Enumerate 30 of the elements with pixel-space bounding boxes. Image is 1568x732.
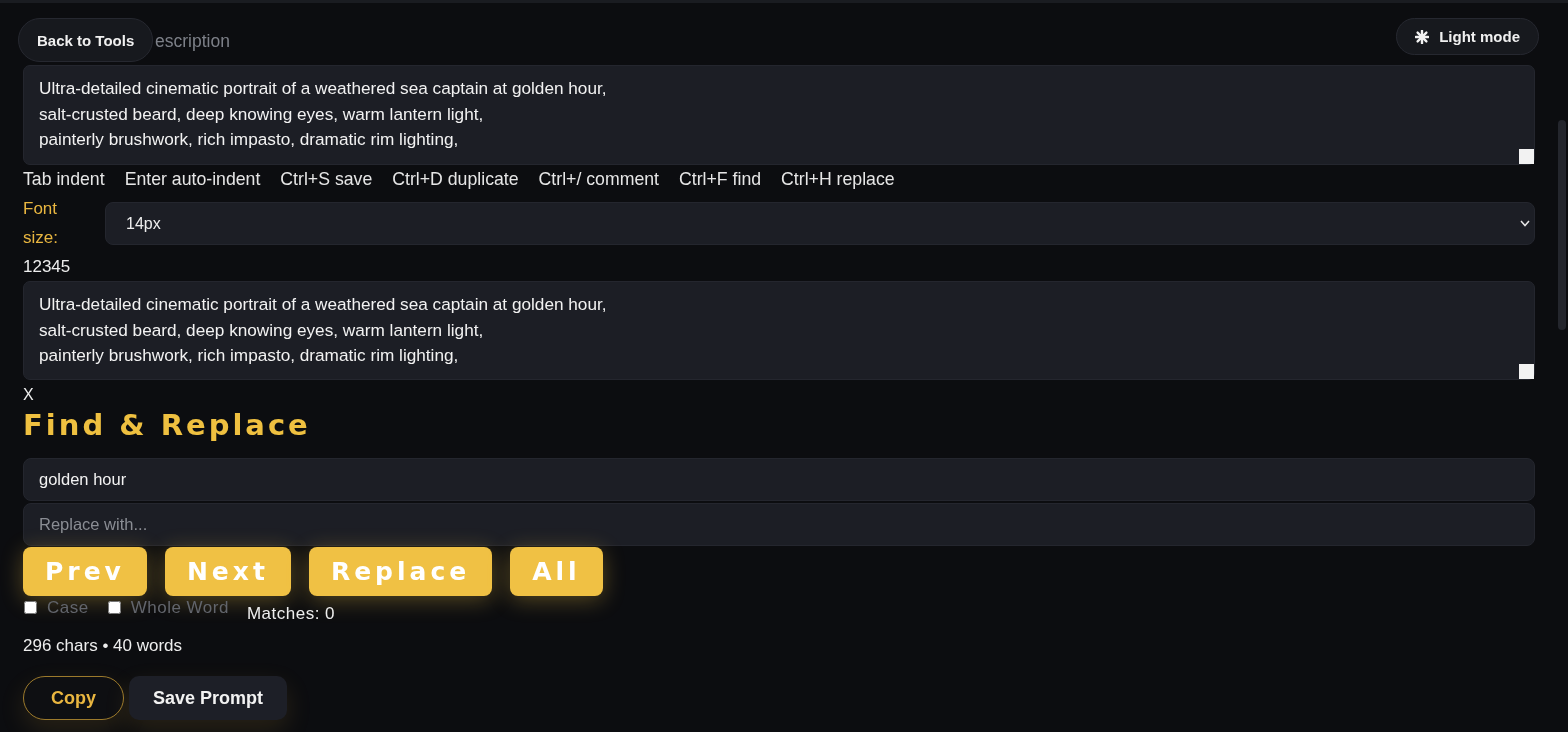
line-numbers: 12345 bbox=[23, 257, 71, 277]
shortcut-hint: Tab indent bbox=[23, 169, 105, 189]
shortcut-hint: Enter auto-indent bbox=[124, 169, 261, 189]
save-button[interactable]: Save Prompt bbox=[129, 676, 288, 720]
shortcut-hint: Ctrl+S save bbox=[280, 169, 373, 189]
sun-icon bbox=[1415, 29, 1430, 44]
field-label: escription bbox=[155, 31, 230, 51]
theme-toggle-button[interactable]: Light mode bbox=[1396, 18, 1539, 55]
option-checkbox[interactable] bbox=[24, 601, 37, 614]
option-checkbox[interactable] bbox=[107, 601, 121, 614]
option-label: Case bbox=[47, 599, 89, 617]
copy-button[interactable]: Copy bbox=[23, 676, 124, 720]
font-size-label: Font size: bbox=[23, 198, 59, 249]
shortcut-hint: Ctrl+H replace bbox=[781, 169, 895, 189]
preview-textarea[interactable]: Ultra-detailed cinematic portrait of a weathered sea captain at golden hour, salt-crusted beard, deep knowing eyes, warm lantern light, painterly brushwork, rich impasto, dramatic rim lighting, bbox=[23, 281, 1535, 380]
shortcut-hint: Ctrl+D duplicate bbox=[392, 169, 519, 189]
shortcut-hint: Ctrl+/ comment bbox=[538, 169, 659, 189]
prompt-textarea[interactable]: Ultra-detailed cinematic portrait of a weathered sea captain at golden hour, salt-crusted beard, deep knowing eyes, warm lantern light, painterly brushwork, rich impasto, dramatic rim lighting, bbox=[23, 65, 1535, 165]
font-size-select[interactable]: 14px bbox=[105, 201, 1535, 245]
option-label: Whole Word bbox=[130, 599, 229, 617]
find-input[interactable]: golden hour bbox=[23, 458, 1535, 501]
close-button[interactable]: X bbox=[23, 385, 34, 405]
shortcut-hint: Ctrl+F find bbox=[679, 169, 762, 189]
back-button[interactable]: Back to Tools bbox=[18, 18, 154, 62]
scrollbar-thumb[interactable] bbox=[1558, 120, 1566, 330]
match-count: Matches: 0 bbox=[246, 605, 336, 623]
section-title: Find & Replace bbox=[23, 408, 311, 442]
chevron-down-icon bbox=[1520, 219, 1530, 227]
replace-input[interactable]: Replace with... bbox=[23, 503, 1535, 546]
text-stats: 296 chars • 40 words bbox=[23, 636, 183, 656]
